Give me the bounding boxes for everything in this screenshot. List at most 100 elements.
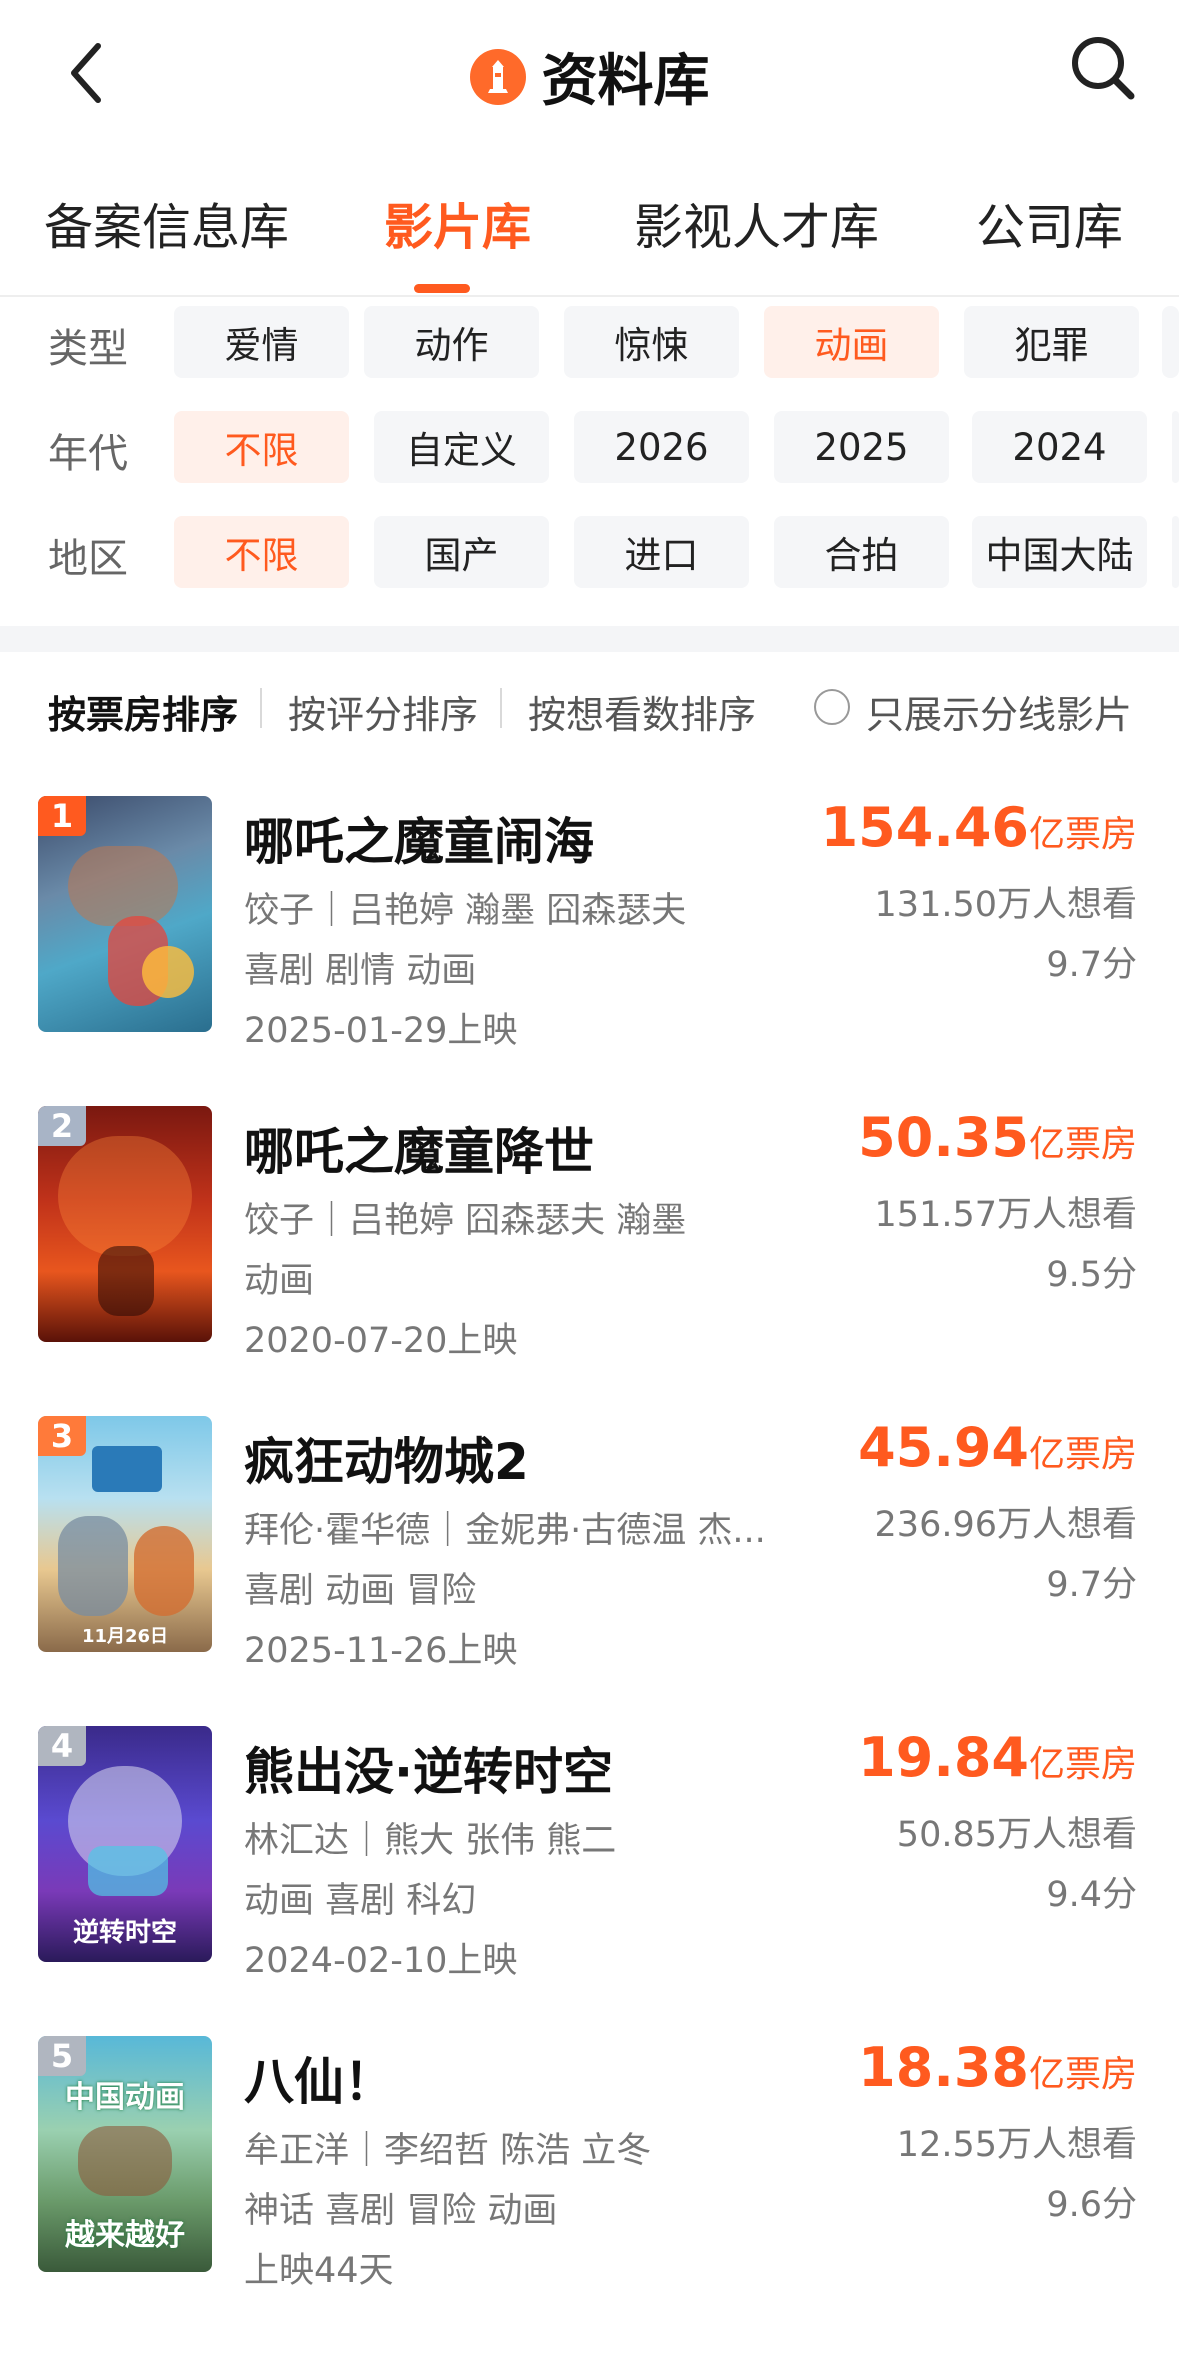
want-count: 151.57万人想看 [874,1195,1137,1235]
poster-caption: 中国动画 [65,2080,185,2115]
film-title[interactable]: 八仙！ [244,2042,394,2114]
film-title[interactable]: 哪吒之魔童闹海 [244,802,594,874]
film-release: 2025-01-29上映 [244,1011,518,1051]
list-item[interactable]: 2 哪吒之魔童降世 饺子｜吕艳婷 囧森瑟夫 瀚墨 动画 2020-07-20上映… [0,1106,1179,1361]
list-item[interactable]: 1 哪吒之魔童闹海 饺子｜吕艳婷 瀚墨 囧森瑟夫 喜剧 剧情 动画 2025-0… [0,796,1179,1051]
box-office-unit: 亿票房 [1028,814,1137,855]
tab-film-database[interactable]: 影片库 [384,188,531,259]
filter-row-region: 地区 不限 国产 进口 合拍 中国大陆 [0,516,1179,590]
film-release: 2025-11-26上映 [244,1631,518,1671]
film-genres: 动画 喜剧 科幻 [244,1881,477,1921]
sort-separator [500,688,502,728]
chip-era-2024[interactable]: 2024 [972,411,1147,483]
film-poster[interactable]: 2 [38,1106,212,1342]
box-office-unit: 亿票房 [1028,1744,1137,1785]
want-count: 12.55万人想看 [896,2125,1137,2165]
filter-label-type: 类型 [48,326,128,372]
want-count: 236.96万人想看 [874,1505,1137,1545]
filter-row-type: 类型 爱情 动作 惊悚 动画 犯罪 [0,306,1179,380]
box-office-unit: 亿票房 [1028,1434,1137,1475]
rank-badge: 1 [38,796,86,836]
chip-animation[interactable]: 动画 [764,306,939,378]
list-item[interactable]: 中国动画 越来越好 5 八仙！ 牟正洋｜李绍哲 陈浩 立冬 神话 喜剧 冒险 动… [0,2036,1179,2291]
sort-by-score[interactable]: 按评分排序 [288,684,478,739]
tab-company-database[interactable]: 公司库 [976,188,1123,259]
film-poster[interactable]: 逆转时空 4 [38,1726,212,1962]
box-office-value: 19.84 [858,1726,1029,1789]
chip-era-any[interactable]: 不限 [174,411,349,483]
tab-talent-database[interactable]: 影视人才库 [634,188,879,259]
film-cast: 林汇达｜熊大 张伟 熊二 [244,1821,617,1861]
box-office-value: 154.46 [820,796,1029,859]
film-cast: 拜伦·霍华德｜金妮弗·古德温 杰... [244,1511,766,1551]
film-genres: 神话 喜剧 冒险 动画 [244,2191,558,2231]
chip-crime[interactable]: 犯罪 [964,306,1139,378]
box-office-value: 50.35 [858,1106,1029,1169]
film-title[interactable]: 疯狂动物城2 [244,1422,529,1494]
want-count: 50.85万人想看 [896,1815,1137,1855]
film-title[interactable]: 哪吒之魔童降世 [244,1112,594,1184]
chip-region-domestic[interactable]: 国产 [374,516,549,588]
film-score: 9.7分 [1046,945,1137,985]
chip-romance[interactable]: 爱情 [174,306,349,378]
filter-row-era: 年代 不限 自定义 2026 2025 2024 [0,411,1179,485]
chip-region-mainland[interactable]: 中国大陆 [972,516,1147,588]
split-only-label[interactable]: 只展示分线影片 [866,684,1132,739]
tab-filing-database[interactable]: 备案信息库 [44,188,289,259]
film-cast: 饺子｜吕艳婷 瀚墨 囧森瑟夫 [244,891,687,931]
sort-bar: 按票房排序 按评分排序 按想看数排序 只展示分线影片 [0,670,1179,746]
film-cast: 牟正洋｜李绍哲 陈浩 立冬 [244,2131,652,2171]
filter-label-era: 年代 [48,431,128,477]
search-icon[interactable] [1067,32,1139,104]
film-cast: 饺子｜吕艳婷 囧森瑟夫 瀚墨 [244,1201,687,1241]
list-item[interactable]: 11月26日 3 疯狂动物城2 拜伦·霍华德｜金妮弗·古德温 杰... 喜剧 动… [0,1416,1179,1671]
chip-overflow[interactable] [1172,516,1179,588]
chip-region-imported[interactable]: 进口 [574,516,749,588]
box-office-value: 18.38 [858,2036,1029,2099]
poster-caption: 逆转时空 [72,1918,177,1948]
filter-label-region: 地区 [48,536,128,582]
want-count: 131.50万人想看 [874,885,1137,925]
chip-era-2025[interactable]: 2025 [774,411,949,483]
lighthouse-logo-icon [469,48,526,105]
chip-region-any[interactable]: 不限 [174,516,349,588]
box-office-value: 45.94 [858,1416,1029,1479]
split-only-radio[interactable] [814,689,850,725]
sort-by-box-office[interactable]: 按票房排序 [48,684,238,739]
film-score: 9.7分 [1046,1565,1137,1605]
sort-by-want-count[interactable]: 按想看数排序 [528,684,756,739]
rank-badge: 5 [38,2036,86,2076]
top-bar: 资料库 [0,0,1179,140]
chip-region-coproduction[interactable]: 合拍 [774,516,949,588]
page-title: 资料库 [541,49,710,114]
chip-overflow[interactable] [1162,306,1179,378]
active-tab-indicator [414,284,470,293]
rank-badge: 4 [38,1726,86,1766]
film-genres: 喜剧 动画 冒险 [244,1571,477,1611]
chip-thriller[interactable]: 惊悚 [564,306,739,378]
box-office: 19.84亿票房 [858,1726,1137,1789]
tabs-divider [0,295,1179,297]
film-poster[interactable]: 1 [38,796,212,1032]
film-score: 9.4分 [1046,1875,1137,1915]
chip-overflow[interactable] [1172,411,1179,483]
list-item[interactable]: 逆转时空 4 熊出没·逆转时空 林汇达｜熊大 张伟 熊二 动画 喜剧 科幻 20… [0,1726,1179,1981]
chip-era-custom[interactable]: 自定义 [374,411,549,483]
box-office: 154.46亿票房 [821,796,1137,859]
film-score: 9.6分 [1046,2185,1137,2225]
film-poster[interactable]: 11月26日 3 [38,1416,212,1652]
poster-caption: 越来越好 [65,2218,185,2253]
film-release: 上映44天 [244,2251,394,2291]
film-score: 9.5分 [1046,1255,1137,1295]
sort-separator [260,688,262,728]
chip-era-2026[interactable]: 2026 [574,411,749,483]
film-genres: 喜剧 剧情 动画 [244,951,477,991]
film-title[interactable]: 熊出没·逆转时空 [244,1732,613,1804]
film-poster[interactable]: 中国动画 越来越好 5 [38,2036,212,2272]
chip-action[interactable]: 动作 [364,306,539,378]
box-office-unit: 亿票房 [1028,1124,1137,1165]
film-release: 2024-02-10上映 [244,1941,518,1981]
section-divider [0,626,1179,652]
box-office: 45.94亿票房 [858,1416,1137,1479]
rank-badge: 3 [38,1416,86,1456]
